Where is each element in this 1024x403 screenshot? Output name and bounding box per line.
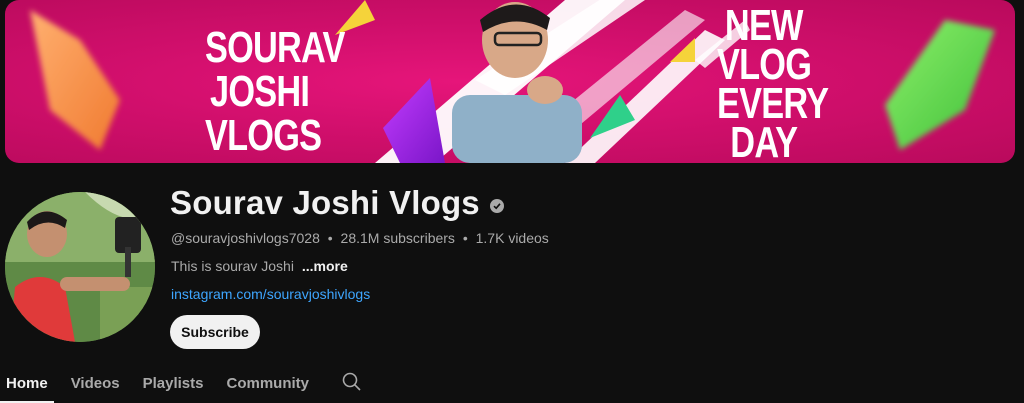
channel-description: This is sourav Joshi ...more xyxy=(171,258,348,274)
channel-link[interactable]: instagram.com/souravjoshivlogs xyxy=(171,286,370,302)
banner-artwork xyxy=(30,0,995,163)
tab-home[interactable]: Home xyxy=(0,372,54,403)
channel-tabs: Home Videos Playlists Community xyxy=(0,372,1024,403)
channel-meta: @souravjoshivlogs7028 • 28.1M subscriber… xyxy=(171,230,549,246)
verified-check-icon xyxy=(489,199,504,213)
channel-title: Sourav Joshi Vlogs xyxy=(170,184,504,222)
description-text: This is sourav Joshi xyxy=(171,258,294,274)
search-icon[interactable] xyxy=(342,372,364,394)
channel-avatar[interactable] xyxy=(5,192,155,342)
channel-banner: SOURAV JOSHI VLOGS NEW VLOG EVERY DAY xyxy=(5,0,1015,163)
subscribe-button[interactable]: Subscribe xyxy=(170,315,260,349)
tab-community[interactable]: Community xyxy=(226,372,309,400)
avatar-photo xyxy=(5,192,155,342)
channel-name: Sourav Joshi Vlogs xyxy=(170,184,480,221)
tab-videos[interactable]: Videos xyxy=(71,372,120,400)
subscriber-count: 28.1M subscribers xyxy=(340,230,455,246)
meta-separator: • xyxy=(327,230,333,246)
video-count: 1.7K videos xyxy=(475,230,549,246)
banner-title: SOURAV JOSHI VLOGS xyxy=(205,23,345,160)
channel-handle: @souravjoshivlogs7028 xyxy=(171,230,320,246)
meta-separator: • xyxy=(462,230,468,246)
tab-playlists[interactable]: Playlists xyxy=(143,372,204,400)
more-link[interactable]: ...more xyxy=(302,258,348,274)
banner-tagline: NEW VLOG EVERY DAY xyxy=(717,1,829,164)
